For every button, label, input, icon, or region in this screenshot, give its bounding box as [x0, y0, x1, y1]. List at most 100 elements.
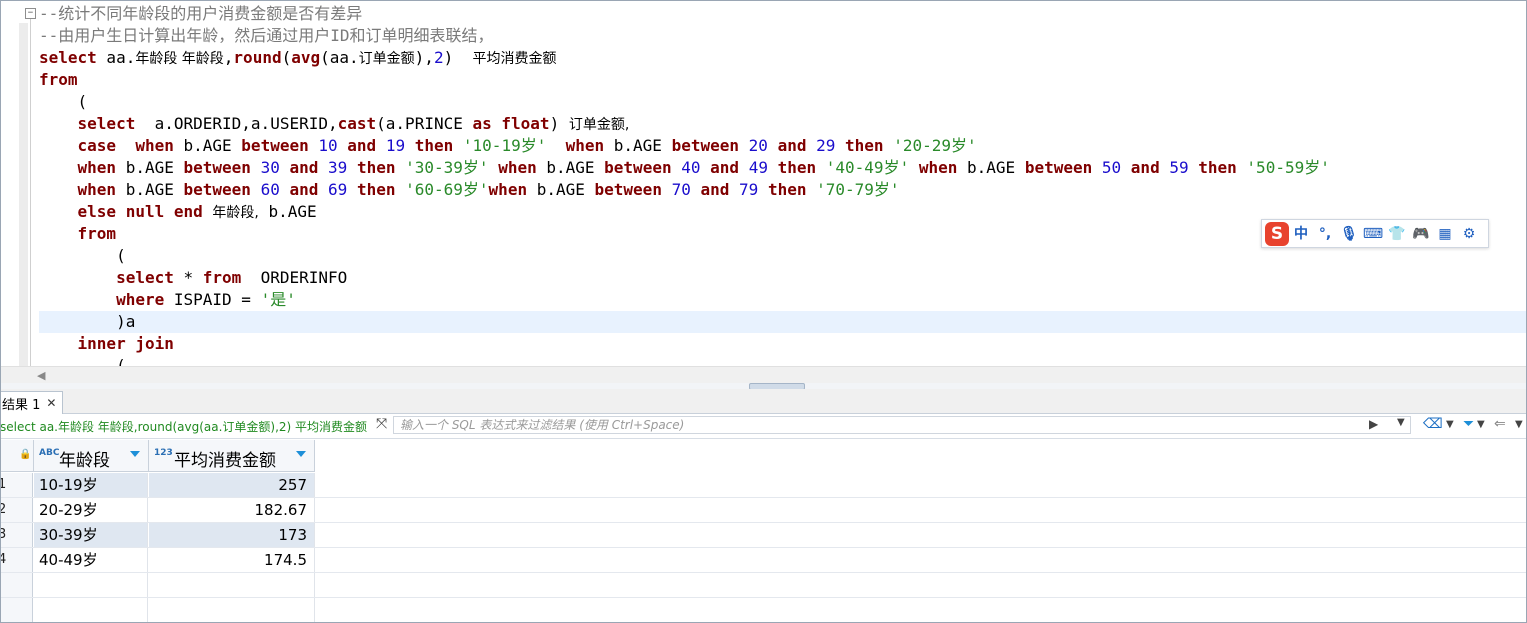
ime-toolbar[interactable]: S 中 °, 🎙 ⌨ 👕 🎮 ▦ ⚙: [1261, 219, 1489, 248]
expand-filter-icon[interactable]: ⤧: [376, 416, 387, 432]
result-tabbar: 结果 1 ✕: [1, 389, 1526, 414]
row-number[interactable]: 2: [1, 498, 33, 522]
result-grid[interactable]: 🔒 ABC 年龄段 123 平均消费金额 1 10-19岁 257 2 20-2…: [1, 440, 1526, 622]
sql-text: 年龄段,: [212, 205, 259, 221]
fold-collapse-icon[interactable]: −: [25, 8, 36, 19]
fold-guide-line: [30, 19, 31, 366]
eraser-icon[interactable]: ⌫: [1423, 416, 1443, 432]
apply-filter-icon[interactable]: ▶: [1369, 417, 1378, 431]
filter-bar: select aa.年龄段 年龄段,round(avg(aa.订单金额),2) …: [0, 414, 1526, 439]
editor-horizontal-scrollbar[interactable]: ◀: [1, 366, 1526, 384]
eraser-dropdown-icon[interactable]: ▼: [1446, 419, 1454, 430]
sql-number: 10: [318, 136, 338, 155]
sort-icon[interactable]: [130, 451, 140, 457]
scroll-left-icon[interactable]: ◀: [37, 369, 45, 382]
sql-keyword: between: [183, 180, 251, 199]
query-preview: select aa.年龄段 年龄段,round(avg(aa.订单金额),2) …: [0, 420, 370, 434]
tab-result-1[interactable]: 结果 1 ✕: [1, 391, 64, 414]
text-type-icon: ABC: [39, 448, 60, 458]
row-number[interactable]: 1: [1, 473, 33, 497]
code-line[interactable]: --统计不同年龄段的用户消费金额是否有差异: [39, 3, 1526, 25]
cell-avg-amount[interactable]: 173: [149, 523, 315, 547]
chinese-mode-icon[interactable]: 中: [1289, 222, 1313, 246]
sql-text: ORDERINFO: [241, 268, 348, 287]
code-line[interactable]: where ISPAID = '是': [39, 289, 1526, 311]
cell-age-group[interactable]: 30-39岁: [34, 523, 148, 547]
sql-keyword: and: [710, 158, 740, 177]
sql-keyword: and: [1130, 158, 1160, 177]
sql-editor[interactable]: − --统计不同年龄段的用户消费金额是否有差异 --由用户生日计算出年龄，然后通过…: [1, 1, 1526, 366]
code-line[interactable]: (: [39, 245, 1526, 267]
column-header-avg-amount[interactable]: 123 平均消费金额: [149, 440, 315, 472]
row-number-empty: [1, 598, 33, 622]
row-header-corner[interactable]: 🔒: [1, 440, 34, 472]
gamepad-icon[interactable]: 🎮: [1409, 222, 1433, 246]
code-line[interactable]: select aa.年龄段 年龄段,round(avg(aa.订单金额),2) …: [39, 47, 1526, 69]
microphone-icon[interactable]: 🎙: [1337, 222, 1361, 246]
sql-text: 年龄段 年龄段: [135, 51, 224, 67]
row-number[interactable]: 4: [1, 548, 33, 572]
table-row[interactable]: 3 30-39岁 173: [1, 523, 1526, 548]
sql-text: *: [173, 268, 203, 287]
skin-icon[interactable]: 👕: [1385, 222, 1409, 246]
row-number[interactable]: 3: [1, 523, 33, 547]
back-icon[interactable]: ⇐: [1494, 416, 1506, 432]
close-icon[interactable]: ✕: [46, 396, 56, 410]
filter-history-dropdown-icon[interactable]: ▼: [1397, 417, 1405, 428]
code-line[interactable]: select * from ORDERINFO: [39, 267, 1526, 289]
sort-icon[interactable]: [296, 451, 306, 457]
code-line[interactable]: when b.AGE between 30 and 39 then '30-39…: [39, 157, 1526, 179]
cell-age-group[interactable]: 20-29岁: [34, 498, 148, 522]
cell-avg-amount[interactable]: 257: [149, 473, 315, 497]
sql-string: '20-29岁': [893, 136, 977, 155]
code-line[interactable]: (: [39, 91, 1526, 113]
code-line[interactable]: from: [39, 69, 1526, 91]
funnel-dropdown-icon[interactable]: ▼: [1477, 419, 1485, 430]
cell-avg-amount[interactable]: 182.67: [149, 498, 315, 522]
sql-text: (a.PRINCE: [376, 114, 473, 133]
column-label: 年龄段: [59, 451, 110, 471]
sql-text: b.AGE: [957, 158, 1025, 177]
code-line[interactable]: select a.ORDERID,a.USERID,cast(a.PRINCE …: [39, 113, 1526, 135]
table-row[interactable]: 2 20-29岁 182.67: [1, 498, 1526, 523]
code-line[interactable]: inner join: [39, 333, 1526, 355]
code-line[interactable]: when b.AGE between 60 and 69 then '60-69…: [39, 179, 1526, 201]
code-line-active[interactable]: )a: [39, 311, 1526, 333]
sql-keyword: select: [77, 114, 136, 133]
table-row[interactable]: 1 10-19岁 257: [1, 473, 1526, 498]
sql-text: b.AGE: [258, 202, 317, 221]
sql-keyword: as: [472, 114, 492, 133]
settings-icon[interactable]: ⚙: [1457, 222, 1481, 246]
back-dropdown-icon[interactable]: ▼: [1515, 419, 1523, 430]
cell-age-group[interactable]: 40-49岁: [34, 548, 148, 572]
code-area[interactable]: --统计不同年龄段的用户消费金额是否有差异 --由用户生日计算出年龄，然后通过用户…: [39, 3, 1526, 366]
sogou-logo-icon[interactable]: S: [1265, 221, 1289, 246]
sql-string: '60-69岁': [405, 180, 489, 199]
filter-input[interactable]: 输入一个 SQL 表达式来过滤结果 (使用 Ctrl+Space): [393, 416, 1411, 434]
cell-age-group[interactable]: 10-19岁: [34, 473, 148, 497]
cell-avg-amount[interactable]: 174.5: [149, 548, 315, 572]
cell-empty: [149, 573, 315, 597]
sql-string: '50-59岁': [1246, 158, 1330, 177]
column-header-age-group[interactable]: ABC 年龄段: [34, 440, 149, 472]
table-row[interactable]: 4 40-49岁 174.5: [1, 548, 1526, 573]
code-line[interactable]: (: [39, 355, 1526, 366]
sql-keyword: when: [135, 136, 174, 155]
code-line[interactable]: --由用户生日计算出年龄，然后通过用户ID和订单明细表联结，: [39, 25, 1526, 47]
code-line[interactable]: case when b.AGE between 10 and 19 then '…: [39, 135, 1526, 157]
filter-funnel-icon[interactable]: ⏷: [1463, 416, 1474, 432]
punctuation-icon[interactable]: °,: [1313, 222, 1337, 246]
sql-keyword: and: [777, 136, 807, 155]
apps-grid-icon[interactable]: ▦: [1433, 222, 1457, 246]
keyboard-icon[interactable]: ⌨: [1361, 222, 1385, 246]
